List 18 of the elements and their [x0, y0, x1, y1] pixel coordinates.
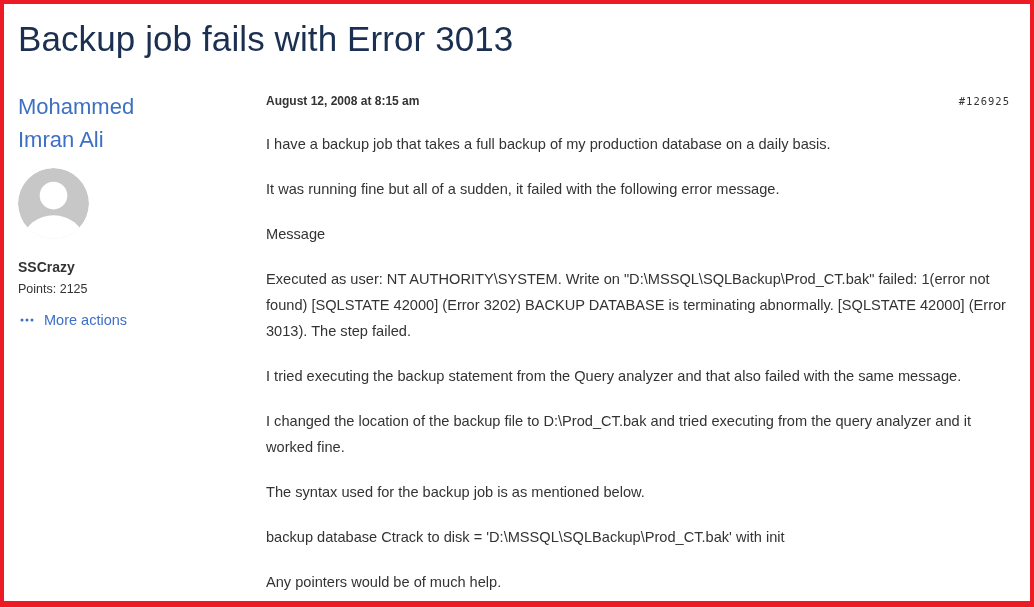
author-name-link[interactable]: Mohammed Imran Ali	[18, 90, 158, 156]
post-paragraph: I changed the location of the backup file to D:\Prod_CT.bak and tried executing from the query analyzer and it worked fine.	[266, 412, 972, 457]
post-paragraph: The syntax used for the backup job is as mentioned below.	[266, 483, 646, 502]
post-paragraph: I have a backup job that takes a full backup of my production database on a daily basis.	[266, 135, 832, 154]
post-paragraph: It was running fine but all of a sudden, it failed with the following error message.	[266, 180, 781, 199]
author-points: Points: 2125	[18, 282, 88, 296]
post-paragraph: I tried executing the backup statement from the Query analyzer and that also failed with the same message.	[266, 367, 963, 386]
post-paragraph: Any pointers would be of much help.	[266, 573, 503, 592]
post-paragraph: backup database Ctrack to disk = 'D:\MSSQL\SQLBackup\Prod_CT.bak' with init	[266, 528, 786, 547]
author-rank: SSCrazy	[18, 259, 75, 275]
post-number-link[interactable]: #126925	[958, 95, 1010, 107]
avatar-icon	[18, 168, 89, 239]
topic-title: Backup job fails with Error 3013	[18, 18, 515, 60]
post-paragraph: Executed as user: NT AUTHORITY\SYSTEM. Write on "D:\MSSQL\SQLBackup\Prod_CT.bak" failed: 1(error not found) [SQLSTATE 42000] (Error 3202) BACKUP DATABASE is terminating abnormally. [SQLSTATE 42000] (Error 3013). The step failed.	[266, 270, 1007, 341]
more-actions-link[interactable]: More actions	[18, 312, 127, 328]
more-icon	[20, 318, 34, 322]
post-paragraph: Message	[266, 225, 327, 244]
post-date: August 12, 2008 at 8:15 am	[266, 94, 420, 108]
